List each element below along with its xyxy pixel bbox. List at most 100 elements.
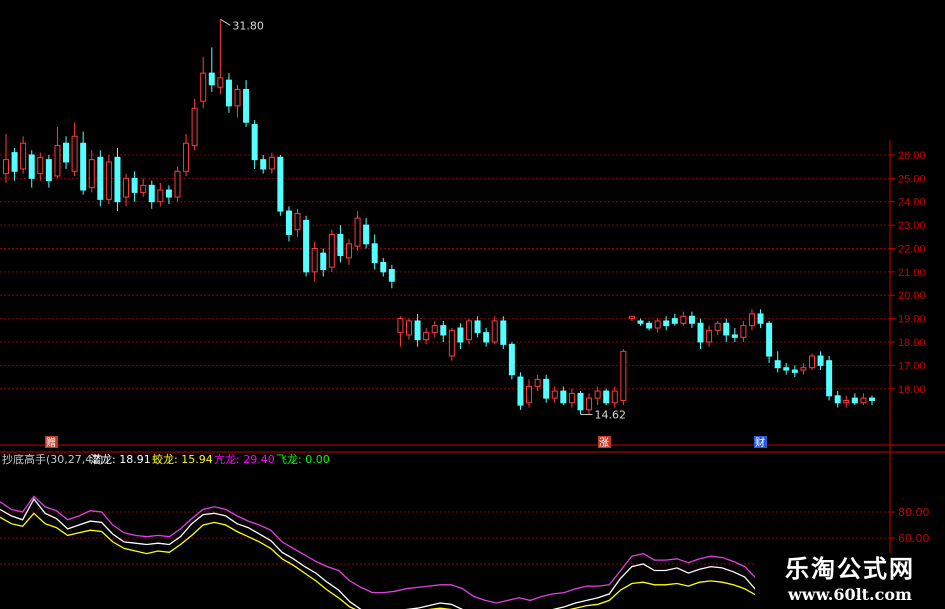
high-pointer <box>220 18 231 26</box>
candle-body <box>148 184 155 203</box>
candle <box>843 395 850 408</box>
candle <box>380 257 387 277</box>
candle <box>285 206 292 242</box>
candle-body <box>388 269 395 282</box>
candle-body <box>285 210 292 235</box>
candle-body <box>294 212 301 231</box>
candle-body <box>500 320 507 345</box>
candle-body <box>843 399 850 404</box>
candle <box>414 313 421 347</box>
candle-body <box>105 161 112 200</box>
candle <box>620 349 627 406</box>
candle-body <box>869 397 875 401</box>
y-tick-label: 60.00 <box>898 532 930 545</box>
candle-body <box>88 159 95 189</box>
candle-body <box>63 142 70 163</box>
candle-body <box>174 170 181 198</box>
candle <box>526 379 533 408</box>
candle-body <box>706 329 713 343</box>
candle <box>628 315 635 321</box>
candle <box>63 136 70 169</box>
candle <box>826 356 833 401</box>
candle <box>646 320 653 331</box>
event-marker-label: 涨 <box>599 437 609 449</box>
candle <box>71 122 78 176</box>
candle-body <box>568 392 575 404</box>
candle <box>586 393 593 415</box>
candle-body <box>654 320 661 329</box>
candle-body <box>740 325 747 338</box>
candle-body <box>165 189 172 198</box>
candle <box>405 318 412 340</box>
candle <box>105 154 112 205</box>
low-label: 14.62 <box>594 408 626 421</box>
candle <box>817 351 824 371</box>
candle-body <box>208 72 215 86</box>
candle-body <box>337 233 344 256</box>
candle-body <box>594 390 601 399</box>
candle-body <box>834 395 841 404</box>
watermark: 乐淘公式网 www.60lt.com <box>755 553 945 609</box>
candle <box>577 391 584 415</box>
candle <box>234 84 241 118</box>
candle <box>543 374 550 403</box>
candle-body <box>723 322 730 336</box>
candle <box>371 234 378 270</box>
candles <box>3 19 875 415</box>
candle <box>834 391 841 408</box>
candle-body <box>457 327 464 343</box>
candle-body <box>363 224 370 245</box>
candle <box>174 166 181 202</box>
candle-body <box>543 378 550 399</box>
candle <box>311 241 318 282</box>
event-marker: 涨 <box>598 436 611 449</box>
candle-body <box>466 320 473 341</box>
candle-body <box>491 320 498 343</box>
candle <box>697 318 704 350</box>
candle-body <box>54 145 61 177</box>
candle <box>474 316 481 338</box>
candle-body <box>483 332 490 343</box>
candle-body <box>731 334 738 338</box>
candle-body <box>45 159 52 182</box>
candle-body <box>697 322 704 343</box>
candle-body <box>826 360 833 397</box>
candle <box>611 386 618 408</box>
candle-body <box>140 184 147 193</box>
candle-body <box>37 156 44 175</box>
candle-body <box>688 315 695 324</box>
candle <box>800 363 807 375</box>
candle <box>654 318 661 333</box>
candle <box>80 131 87 195</box>
candle <box>706 325 713 347</box>
y-tick-label: 20.00 <box>898 290 926 302</box>
candle <box>774 351 781 373</box>
candle <box>671 313 678 326</box>
indicator-value: 亢龙: 29.40 <box>214 452 275 466</box>
candle-body <box>277 156 284 212</box>
candle-body <box>714 322 721 331</box>
candle-body <box>474 320 481 334</box>
candle-body <box>560 390 567 404</box>
candle <box>88 150 95 193</box>
candle-body <box>243 88 250 123</box>
candle <box>345 239 352 265</box>
candle-body <box>354 217 361 247</box>
candle <box>594 386 601 406</box>
y-tick-label: 16.00 <box>898 384 926 396</box>
candle <box>354 211 361 251</box>
candle-body <box>646 322 653 329</box>
candle-body <box>783 367 790 371</box>
indicator-series-line <box>0 512 757 609</box>
candle-body <box>71 135 78 172</box>
candle <box>757 309 764 328</box>
candle <box>766 320 773 364</box>
candle-body <box>20 142 27 170</box>
candle-body <box>628 315 635 320</box>
candle <box>688 311 695 328</box>
candle <box>791 365 798 378</box>
y-tick-label: 19.00 <box>898 314 926 326</box>
candle-body <box>251 124 258 161</box>
candle <box>208 47 215 92</box>
candle-body <box>380 262 387 273</box>
